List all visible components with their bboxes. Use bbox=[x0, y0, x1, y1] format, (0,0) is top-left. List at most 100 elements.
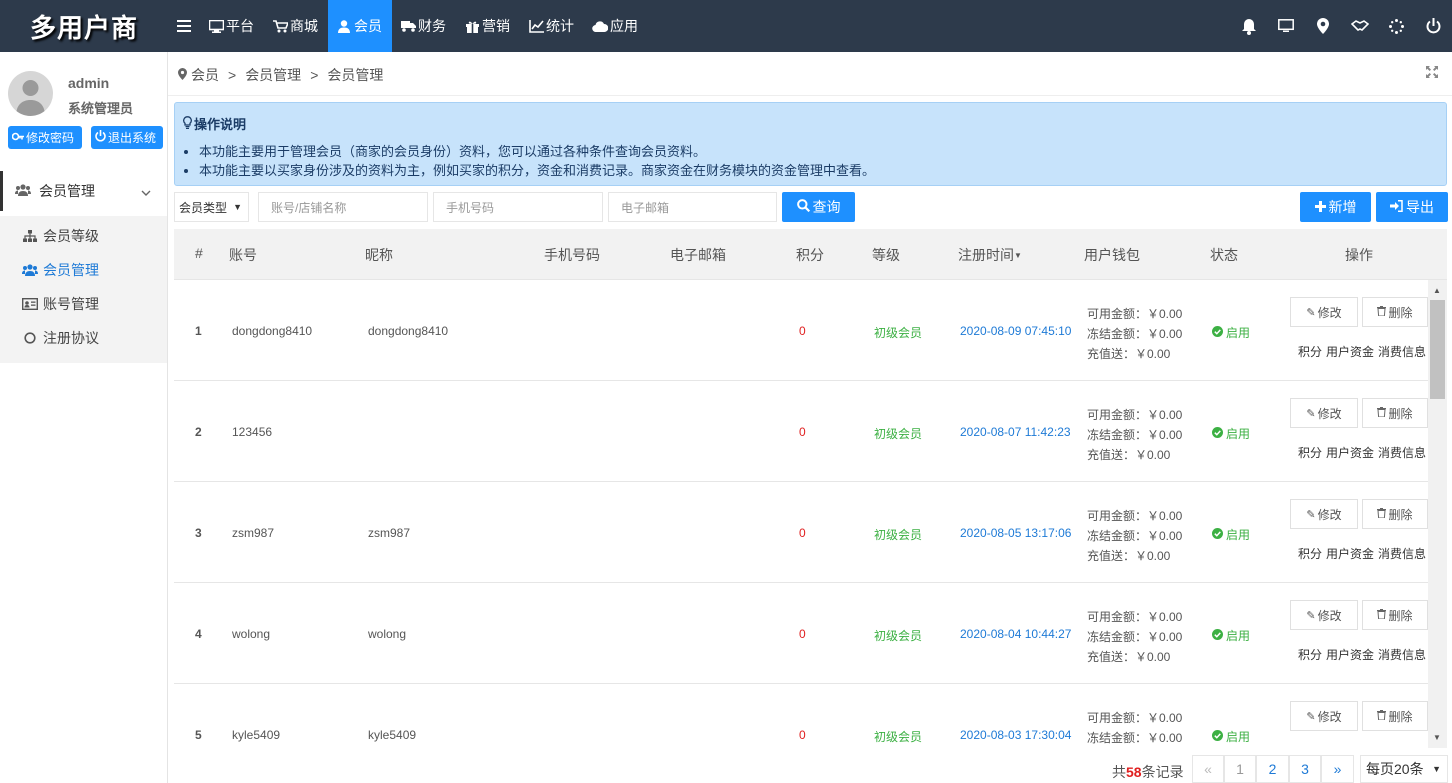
power-icon[interactable] bbox=[1415, 0, 1452, 52]
wallet-cell: 可用金额：￥0.00 冻结金额：￥0.00 充值送：￥0.00 bbox=[1087, 408, 1183, 462]
page-1-button[interactable]: 1 bbox=[1224, 755, 1256, 783]
points-cell: 0 bbox=[799, 627, 806, 641]
table-row: 3 zsm987 zsm987 0 初级会员 2020-08-05 13:17:… bbox=[174, 482, 1428, 583]
location-icon[interactable] bbox=[1304, 0, 1341, 52]
delete-button[interactable]: 删除 bbox=[1362, 600, 1428, 630]
fullscreen-icon[interactable] bbox=[1426, 66, 1438, 81]
breadcrumb-item[interactable]: 会员管理 bbox=[245, 65, 301, 85]
breadcrumb: 会员 > 会员管理 > 会员管理 bbox=[178, 65, 383, 85]
email-input[interactable]: 电子邮箱 bbox=[608, 192, 777, 222]
next-page-button[interactable]: » bbox=[1321, 755, 1354, 783]
nav-finance[interactable]: 财务 bbox=[392, 0, 456, 52]
edit-button[interactable]: ✎ 修改 bbox=[1290, 297, 1358, 327]
table-row: 2 123456 0 初级会员 2020-08-07 11:42:23 可用金额… bbox=[174, 381, 1428, 482]
consume-info-link[interactable]: 消费信息 bbox=[1378, 345, 1426, 359]
spinner-icon[interactable] bbox=[1378, 0, 1415, 52]
user-funds-link[interactable]: 用户资金 bbox=[1326, 648, 1374, 662]
page-3-button[interactable]: 3 bbox=[1289, 755, 1321, 783]
points-link[interactable]: 积分 bbox=[1298, 547, 1322, 561]
change-password-button[interactable]: 修改密码 bbox=[8, 126, 82, 149]
scrollbar-thumb[interactable] bbox=[1430, 300, 1445, 399]
th-status: 状态 bbox=[1210, 247, 1238, 263]
sidebar-group-member[interactable]: 会员管理 bbox=[0, 171, 167, 211]
breadcrumb-item: 会员管理 bbox=[327, 67, 384, 83]
page-size-select[interactable]: 每页20条 ▼ bbox=[1360, 755, 1448, 783]
sidebar-item-member-level[interactable]: 会员等级 bbox=[22, 226, 99, 246]
edit-button[interactable]: ✎ 修改 bbox=[1290, 499, 1358, 529]
table-row: 1 dongdong8410 dongdong8410 0 初级会员 2020-… bbox=[174, 280, 1428, 381]
consume-info-link[interactable]: 消费信息 bbox=[1378, 446, 1426, 460]
logo: 多用户商 bbox=[29, 13, 138, 44]
th-register-time[interactable]: 注册时间▼ bbox=[958, 245, 1022, 265]
th-actions: 操作 bbox=[1345, 247, 1373, 263]
nav-apps[interactable]: 应用 bbox=[584, 0, 648, 52]
table-scrollbar[interactable]: ▲ ▼ bbox=[1428, 280, 1447, 748]
edit-button[interactable]: ✎ 修改 bbox=[1290, 600, 1358, 630]
bell-icon[interactable] bbox=[1230, 0, 1267, 52]
account-input[interactable]: 账号/店铺名称 bbox=[258, 192, 428, 222]
delete-button[interactable]: 删除 bbox=[1362, 499, 1428, 529]
th-level: 等级 bbox=[872, 247, 900, 263]
edit-button[interactable]: ✎ 修改 bbox=[1290, 398, 1358, 428]
status-badge[interactable]: 启用 bbox=[1212, 526, 1250, 543]
pencil-icon: ✎ bbox=[1306, 609, 1316, 622]
consume-info-link[interactable]: 消费信息 bbox=[1378, 648, 1426, 662]
points-link[interactable]: 积分 bbox=[1298, 345, 1322, 359]
register-time-cell: 2020-08-09 07:45:10 bbox=[960, 324, 1072, 338]
status-badge[interactable]: 启用 bbox=[1212, 728, 1250, 745]
user-funds-link[interactable]: 用户资金 bbox=[1326, 547, 1374, 561]
edit-button[interactable]: ✎ 修改 bbox=[1290, 701, 1358, 731]
nav-member[interactable]: 会员 bbox=[328, 0, 392, 52]
delete-button[interactable]: 删除 bbox=[1362, 297, 1428, 327]
breadcrumb-item[interactable]: 会员 bbox=[191, 65, 219, 85]
points-cell: 0 bbox=[799, 425, 806, 439]
nav-marketing[interactable]: 营销 bbox=[456, 0, 520, 52]
consume-info-link[interactable]: 消费信息 bbox=[1378, 547, 1426, 561]
level-cell: 初级会员 bbox=[874, 427, 923, 441]
phone-input[interactable]: 手机号码 bbox=[433, 192, 603, 222]
account-cell: dongdong8410 bbox=[232, 324, 313, 338]
page-2-button[interactable]: 2 bbox=[1256, 755, 1289, 783]
handshake-icon[interactable] bbox=[1341, 0, 1378, 52]
desktop-icon[interactable] bbox=[1267, 0, 1304, 52]
top-bar: 多用户商 平台 商城 会员 财务 营销 统计 应用 bbox=[0, 0, 1452, 52]
th-account: 账号 bbox=[229, 247, 257, 263]
prev-page-button[interactable]: « bbox=[1192, 755, 1224, 783]
points-link[interactable]: 积分 bbox=[1298, 446, 1322, 460]
divider bbox=[168, 95, 1452, 96]
logout-button[interactable]: 退出系统 bbox=[91, 126, 163, 149]
user-funds-link[interactable]: 用户资金 bbox=[1326, 345, 1374, 359]
member-type-select[interactable]: 会员类型 ▼ bbox=[174, 192, 249, 222]
nav-mall[interactable]: 商城 bbox=[264, 0, 328, 52]
export-button[interactable]: 导出 bbox=[1376, 192, 1448, 222]
query-button[interactable]: 查询 bbox=[782, 192, 855, 222]
th-index: # bbox=[195, 245, 203, 261]
sidebar-item-register-agreement[interactable]: 注册协议 bbox=[22, 328, 99, 348]
operation-notice: 操作说明 本功能主要用于管理会员（商家的会员身份）资料，您可以通过各种条件查询会… bbox=[174, 102, 1447, 186]
chart-icon bbox=[528, 18, 544, 34]
status-badge[interactable]: 启用 bbox=[1212, 627, 1250, 644]
check-circle-icon bbox=[1212, 628, 1223, 643]
delete-button[interactable]: 删除 bbox=[1362, 398, 1428, 428]
user-funds-link[interactable]: 用户资金 bbox=[1326, 446, 1374, 460]
points-link[interactable]: 积分 bbox=[1298, 648, 1322, 662]
scroll-down-icon[interactable]: ▼ bbox=[1433, 733, 1441, 742]
pencil-icon: ✎ bbox=[1306, 508, 1316, 521]
sidebar-item-member-manage[interactable]: 会员管理 bbox=[22, 260, 99, 280]
nav-statistics[interactable]: 统计 bbox=[520, 0, 584, 52]
map-marker-icon bbox=[178, 67, 187, 83]
user-icon bbox=[336, 18, 352, 34]
scroll-up-icon[interactable]: ▲ bbox=[1433, 286, 1441, 295]
sidebar-item-account-manage[interactable]: 账号管理 bbox=[22, 294, 99, 314]
delete-button[interactable]: 删除 bbox=[1362, 701, 1428, 731]
th-email: 电子邮箱 bbox=[670, 247, 726, 263]
sidebar: admin 系统管理员 修改密码 退出系统 会员管理 会员等级 会员管理 账号管… bbox=[0, 52, 168, 783]
status-badge[interactable]: 启用 bbox=[1212, 425, 1250, 442]
status-badge[interactable]: 启用 bbox=[1212, 324, 1250, 341]
trash-icon bbox=[1377, 406, 1387, 420]
menu-toggle-icon[interactable] bbox=[168, 0, 200, 52]
wallet-cell: 可用金额：￥0.00 冻结金额：￥0.00 充值送：￥0.00 bbox=[1087, 509, 1183, 563]
user-role: 系统管理员 bbox=[68, 101, 134, 116]
nav-platform[interactable]: 平台 bbox=[200, 0, 264, 52]
add-button[interactable]: 新增 bbox=[1300, 192, 1371, 222]
